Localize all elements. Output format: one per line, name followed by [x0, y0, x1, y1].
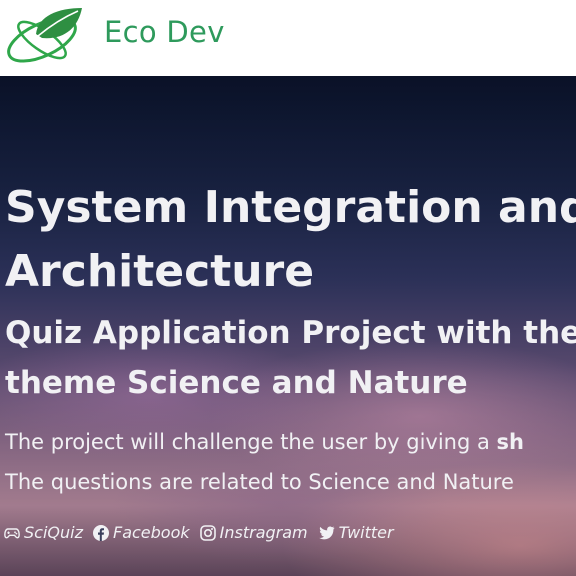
hero-section: System Integration and Architecture Quiz…: [0, 76, 576, 576]
link-label: Twitter: [338, 523, 394, 542]
page-title: System Integration and Architecture: [5, 176, 576, 304]
gamepad-icon: [4, 526, 20, 540]
subtitle-line-1: Quiz Application Project with the: [5, 315, 576, 351]
site-header: Eco Dev: [0, 0, 576, 76]
leaf-orbit-logo-icon[interactable]: [2, 0, 86, 76]
brand-name[interactable]: Eco Dev: [104, 14, 225, 50]
social-links: SciQuiz Facebook Instragram Twitter: [4, 523, 394, 542]
desc-line-2: The questions are related to Science and…: [5, 470, 514, 494]
project-description: The project will challenge the user by g…: [5, 422, 524, 502]
twitter-icon: [318, 525, 335, 540]
link-label: Facebook: [112, 523, 190, 542]
link-label: SciQuiz: [24, 523, 83, 542]
title-line-1: System Integration and: [5, 182, 576, 233]
desc-line-1-bold: sh: [496, 430, 524, 454]
link-sciquiz[interactable]: SciQuiz: [4, 523, 83, 542]
subtitle-line-2: theme Science and Nature: [5, 365, 468, 401]
link-instagram[interactable]: Instragram: [199, 523, 308, 542]
link-facebook[interactable]: Facebook: [92, 523, 190, 542]
instagram-icon: [199, 524, 216, 541]
desc-line-1-prefix: The project will challenge the user by g…: [5, 430, 497, 454]
link-label: Instragram: [219, 523, 308, 542]
page-subtitle: Quiz Application Project with the theme …: [5, 308, 576, 408]
title-line-2: Architecture: [5, 246, 315, 297]
link-twitter[interactable]: Twitter: [318, 523, 394, 542]
facebook-icon: [92, 524, 109, 541]
